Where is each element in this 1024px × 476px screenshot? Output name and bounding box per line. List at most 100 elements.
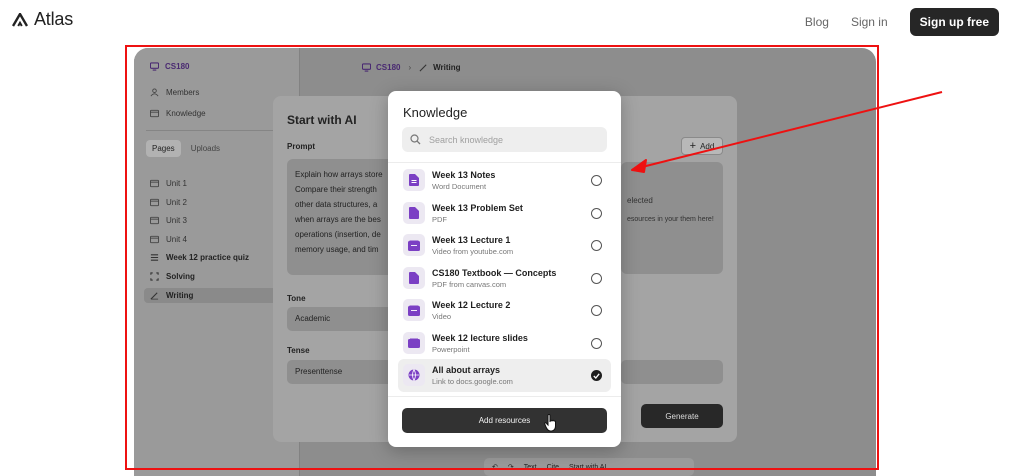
sidebar-item-label: Solving bbox=[166, 272, 195, 281]
resource-subtitle: Word Document bbox=[432, 182, 487, 191]
brand-logo[interactable]: Atlas bbox=[12, 9, 73, 30]
folder-icon bbox=[150, 179, 159, 188]
sidebar-item-solving[interactable]: Solving bbox=[150, 272, 195, 281]
sidebar-item-members[interactable]: Members bbox=[150, 88, 199, 97]
resource-title: CS180 Textbook — Concepts bbox=[432, 267, 557, 278]
modal-divider bbox=[388, 396, 621, 397]
resource-item[interactable]: Week 13 Problem Set PDF bbox=[398, 197, 611, 230]
sidebar-item-label: Members bbox=[166, 88, 200, 97]
folder-icon bbox=[150, 109, 159, 118]
knowledge-modal: Knowledge Week 13 Notes Word Document We… bbox=[388, 91, 621, 447]
tab-pages[interactable]: Pages bbox=[146, 140, 181, 157]
nav-blog-link[interactable]: Blog bbox=[805, 15, 829, 29]
plus-icon: + bbox=[689, 140, 697, 152]
resource-title: Week 12 Lecture 2 bbox=[432, 300, 511, 310]
scan-icon bbox=[150, 272, 159, 281]
resource-radio-checked[interactable] bbox=[591, 370, 602, 381]
sidebar-course-label: CS180 bbox=[165, 62, 190, 71]
signup-button[interactable]: Sign up free bbox=[909, 8, 999, 36]
sidebar-item-knowledge[interactable]: Knowledge bbox=[150, 109, 206, 118]
sidebar-item-label: Unit 1 bbox=[166, 179, 187, 188]
resource-subtitle: PDF from canvas.com bbox=[432, 279, 507, 289]
sidebar-tabs: Pages Uploads bbox=[146, 140, 226, 157]
modal-divider bbox=[388, 162, 621, 163]
editor-toolbar: ↶ ↷ Text Cite Start with AI bbox=[484, 458, 694, 476]
sidebar-item-unit-1[interactable]: Unit 1 bbox=[150, 179, 187, 188]
dialog-title: Start with AI bbox=[287, 113, 357, 127]
list-icon bbox=[150, 254, 159, 261]
resource-subtitle: PDF bbox=[432, 214, 447, 224]
breadcrumb: CS180 › Writing bbox=[362, 63, 461, 72]
toolbar-text-button[interactable]: Text bbox=[524, 464, 537, 471]
document-icon bbox=[403, 266, 425, 289]
sidebar-item-writing[interactable]: Writing bbox=[144, 288, 292, 303]
monitor-icon bbox=[362, 63, 371, 72]
pen-icon bbox=[419, 64, 427, 72]
resource-item[interactable]: Week 13 Notes Word Document bbox=[398, 164, 611, 197]
resource-item[interactable]: Week 12 Lecture 2 Video bbox=[398, 294, 611, 327]
breadcrumb-course-label: CS180 bbox=[376, 63, 401, 72]
breadcrumb-course[interactable]: CS180 bbox=[362, 63, 400, 72]
atlas-logo-icon bbox=[12, 12, 28, 27]
sidebar-item-unit-2[interactable]: Unit 2 bbox=[150, 198, 187, 207]
nav-signin-link[interactable]: Sign in bbox=[851, 15, 888, 29]
resources-empty-title: elected bbox=[627, 196, 653, 205]
resource-radio[interactable] bbox=[591, 175, 602, 186]
video-icon bbox=[403, 299, 425, 321]
slides-icon bbox=[403, 331, 425, 354]
resource-radio[interactable] bbox=[591, 337, 602, 349]
resource-radio[interactable] bbox=[591, 240, 602, 251]
person-icon bbox=[150, 88, 159, 97]
resource-item[interactable]: Week 12 lecture slides Powerpoint bbox=[398, 327, 611, 360]
undo-icon[interactable]: ↶ bbox=[492, 463, 498, 471]
resource-item[interactable]: Week 13 Lecture 1 Video from youtube.com bbox=[398, 229, 611, 262]
folder-icon bbox=[150, 198, 159, 207]
resource-subtitle: Video bbox=[432, 312, 452, 321]
resource-radio[interactable] bbox=[591, 305, 602, 316]
redo-icon[interactable]: ↷ bbox=[508, 463, 514, 471]
resource-item[interactable]: CS180 Textbook — Concepts PDF from canva… bbox=[398, 262, 611, 295]
resource-subtitle: Link to docs.google.com bbox=[432, 377, 513, 386]
resource-radio[interactable] bbox=[591, 207, 602, 219]
sidebar-item-unit-3[interactable]: Unit 3 bbox=[150, 216, 187, 225]
knowledge-search[interactable] bbox=[402, 127, 607, 152]
globe-icon bbox=[403, 364, 425, 386]
sidebar-divider bbox=[146, 130, 290, 131]
tone-label: Tone bbox=[287, 294, 306, 303]
tab-uploads[interactable]: Uploads bbox=[185, 140, 226, 157]
sidebar-item-unit-4[interactable]: Unit 4 bbox=[150, 235, 187, 244]
sidebar-item-label: Knowledge bbox=[166, 109, 206, 118]
hand-pointer-icon bbox=[544, 414, 556, 432]
toolbar-start-ai-button[interactable]: Start with AI bbox=[569, 464, 606, 471]
sidebar-course[interactable]: CS180 bbox=[150, 62, 189, 71]
resource-list: Week 13 Notes Word Document Week 13 Prob… bbox=[398, 164, 611, 392]
site-header: Atlas Blog Sign in Sign up free bbox=[0, 0, 1024, 40]
document-icon bbox=[403, 201, 425, 224]
pen-icon bbox=[150, 292, 159, 300]
modal-title: Knowledge bbox=[403, 105, 468, 120]
add-resource-label: Add bbox=[700, 141, 715, 151]
chevron-right-icon: › bbox=[408, 63, 412, 72]
generate-button[interactable]: Generate bbox=[641, 404, 723, 428]
resource-subtitle: Video from youtube.com bbox=[432, 247, 514, 256]
site-nav: Blog Sign in Sign up free bbox=[805, 8, 999, 36]
search-input[interactable] bbox=[429, 134, 589, 145]
document-icon bbox=[403, 169, 425, 191]
breadcrumb-page: Writing bbox=[419, 63, 461, 72]
resource-subtitle: Powerpoint bbox=[432, 344, 470, 354]
add-resource-button[interactable]: + Add bbox=[681, 137, 723, 155]
sidebar-item-label: Unit 3 bbox=[166, 216, 187, 225]
resource-title: Week 12 lecture slides bbox=[432, 332, 528, 343]
breadcrumb-page-label: Writing bbox=[433, 63, 461, 72]
resource-radio[interactable] bbox=[591, 272, 602, 284]
tense-label: Tense bbox=[287, 346, 310, 355]
add-resources-button[interactable]: Add resources bbox=[402, 408, 607, 433]
resource-title: Week 13 Problem Set bbox=[432, 202, 523, 213]
sidebar-item-label: Unit 2 bbox=[166, 198, 187, 207]
toolbar-cite-button[interactable]: Cite bbox=[547, 464, 559, 471]
resource-item-selected[interactable]: All about arrays Link to docs.google.com bbox=[398, 359, 611, 392]
sidebar-item-week12-quiz[interactable]: Week 12 practice quiz bbox=[150, 253, 249, 262]
checkmark-icon bbox=[593, 372, 600, 379]
search-icon bbox=[410, 134, 421, 145]
video-icon bbox=[403, 234, 425, 256]
